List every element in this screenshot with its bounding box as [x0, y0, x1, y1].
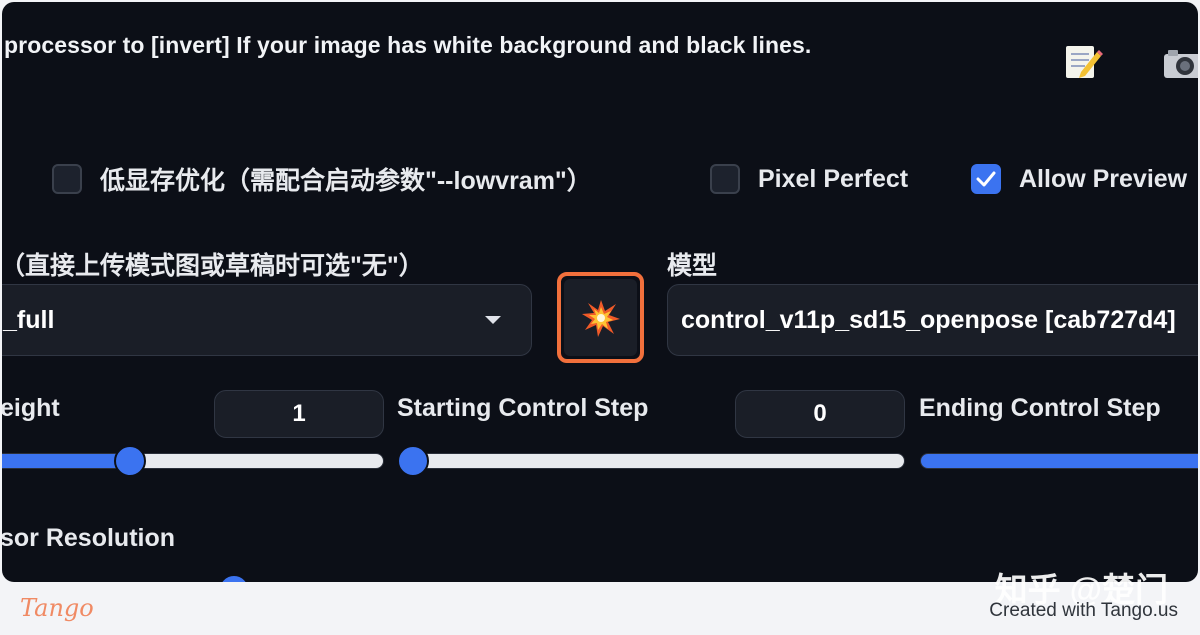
- model-label: 模型: [667, 252, 718, 280]
- preprocessor-value: _full: [3, 305, 55, 334]
- preprocessor-dropdown[interactable]: _full: [2, 284, 532, 356]
- lowvram-checkbox-row[interactable]: 低显存优化（需配合启动参数"--lowvram"）: [52, 162, 592, 196]
- resolution-label: sor Resolution: [2, 524, 176, 552]
- chevron-down-icon[interactable]: [485, 316, 501, 324]
- allow-preview-label: Allow Preview: [1019, 164, 1188, 193]
- pixel-perfect-checkbox[interactable]: [710, 164, 740, 194]
- lowvram-label: 低显存优化（需配合启动参数"--lowvram"）: [100, 167, 592, 195]
- check-icon: [976, 171, 996, 187]
- model-value: control_v11p_sd15_openpose [cab727d4]: [681, 305, 1176, 334]
- starting-step-slider[interactable]: [399, 453, 905, 469]
- allow-preview-checkbox-row[interactable]: Allow Preview: [971, 162, 1187, 196]
- edit-notepad-icon[interactable]: [1063, 42, 1103, 82]
- controlnet-panel: processor to [invert] If your image has …: [2, 2, 1198, 582]
- ending-step-slider[interactable]: [920, 453, 1198, 469]
- control-weight-label: eight: [2, 394, 60, 422]
- control-weight-slider-thumb[interactable]: [114, 445, 146, 477]
- allow-preview-checkbox[interactable]: [971, 164, 1001, 194]
- ending-step-label: Ending Control Step: [919, 394, 1161, 422]
- created-with-text: Created with Tango.us: [989, 600, 1178, 621]
- lowvram-checkbox[interactable]: [52, 164, 82, 194]
- tango-logo: Tango: [20, 594, 94, 622]
- pixel-perfect-checkbox-row[interactable]: Pixel Perfect: [710, 162, 908, 196]
- resolution-slider-thumb[interactable]: [218, 574, 250, 582]
- run-preprocessor-button[interactable]: [557, 272, 644, 363]
- camera-icon[interactable]: [1162, 42, 1198, 82]
- explosion-icon: [581, 299, 620, 337]
- preprocessor-label: （直接上传模式图或草稿时可选"无"）: [2, 252, 424, 280]
- starting-step-label: Starting Control Step: [397, 394, 649, 422]
- control-weight-input[interactable]: 1: [214, 390, 384, 438]
- control-weight-slider[interactable]: [2, 453, 384, 469]
- preprocessor-hint-text: processor to [invert] If your image has …: [4, 32, 812, 58]
- starting-step-slider-thumb[interactable]: [397, 445, 429, 477]
- model-dropdown[interactable]: control_v11p_sd15_openpose [cab727d4]: [667, 284, 1198, 356]
- pixel-perfect-label: Pixel Perfect: [758, 164, 909, 193]
- starting-step-input[interactable]: 0: [735, 390, 905, 438]
